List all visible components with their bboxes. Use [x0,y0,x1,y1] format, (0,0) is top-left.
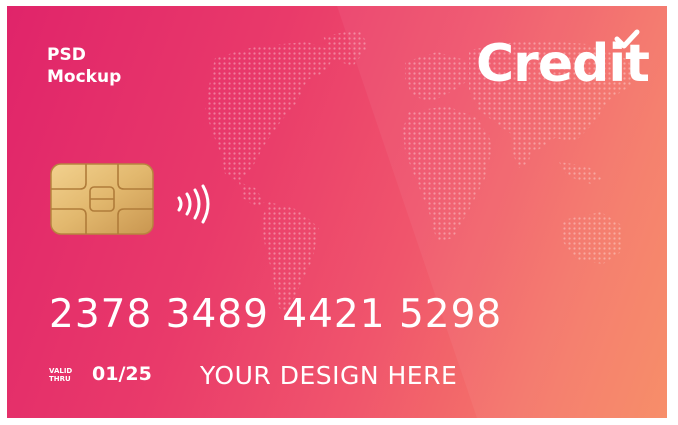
emv-chip-icon [50,163,154,235]
brand-line-1: PSD [47,45,86,65]
contactless-icon [177,184,210,224]
expiry-date: 01/25 [92,363,152,385]
checkmark-icon [614,29,640,49]
cardholder-name: YOUR DESIGN HERE [200,361,458,390]
valid-label-line-1: VALID [49,367,73,375]
brand-label: PSD Mockup [47,44,121,88]
valid-label-line-2: THRU [49,375,71,383]
valid-thru-label: VALID THRU [49,367,72,383]
brand-line-2: Mockup [47,67,122,87]
card-number: 2378 3489 4421 5298 [49,292,503,337]
credit-card: PSD Mockup Credit 2378 3489 4421 5298 VA… [7,6,667,418]
